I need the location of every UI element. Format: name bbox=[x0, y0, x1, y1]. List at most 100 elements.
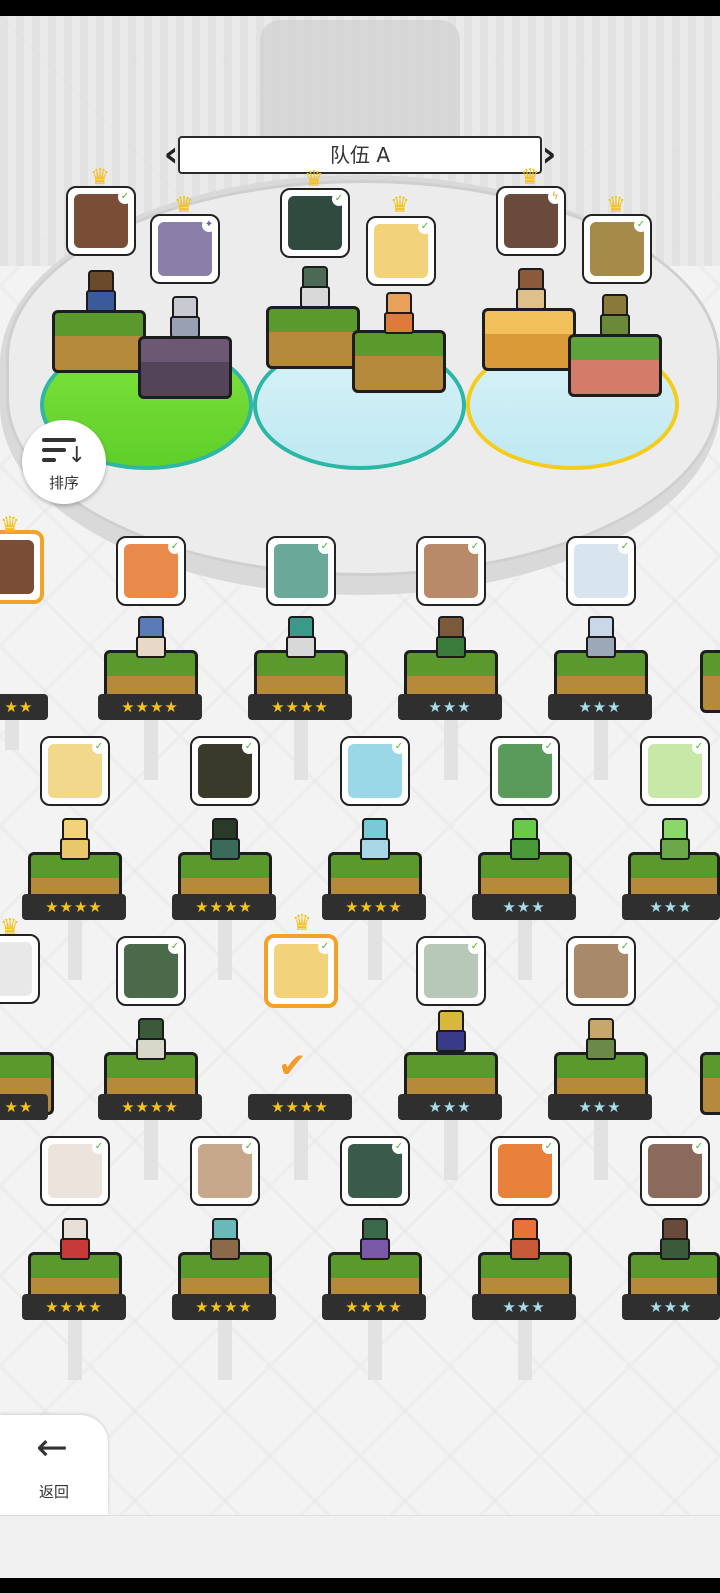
roster-stem bbox=[218, 920, 232, 980]
sort-icon: ↓ bbox=[42, 438, 86, 467]
roster-portrait[interactable]: ✓ bbox=[190, 736, 260, 806]
roster-portrait[interactable]: ✓ bbox=[40, 1136, 110, 1206]
roster-portrait[interactable]: ✓ bbox=[190, 1136, 260, 1206]
team-unit-sprite[interactable] bbox=[596, 294, 630, 336]
roster-portrait[interactable]: ✓ bbox=[266, 536, 336, 606]
roster-portrait[interactable]: ✓ bbox=[640, 1136, 710, 1206]
crown-icon: ♛ bbox=[0, 513, 20, 538]
leaf-icon: ✓ bbox=[392, 1140, 406, 1154]
team-block[interactable] bbox=[52, 310, 146, 373]
crown-icon: ♛ bbox=[90, 165, 110, 190]
team-unit-sprite[interactable] bbox=[82, 270, 116, 312]
roster-stem bbox=[218, 1320, 232, 1380]
star-rating: ★★★★ bbox=[248, 694, 352, 720]
roster-stem bbox=[368, 1320, 382, 1380]
roster-sprite[interactable] bbox=[132, 616, 166, 658]
team-block[interactable] bbox=[482, 308, 576, 371]
team-block[interactable] bbox=[266, 306, 360, 369]
system-nav-bar bbox=[0, 1578, 720, 1593]
crown-icon: ♛ bbox=[606, 193, 626, 218]
team-block[interactable] bbox=[138, 336, 232, 399]
leaf-icon: ✓ bbox=[168, 540, 182, 554]
leaf-icon: ✓ bbox=[318, 940, 332, 954]
leaf-icon: ✓ bbox=[392, 740, 406, 754]
roster-block[interactable] bbox=[700, 650, 720, 713]
star-rating: ★★★ bbox=[472, 1294, 576, 1320]
roster-sprite[interactable] bbox=[356, 1218, 390, 1260]
roster-sprite[interactable] bbox=[506, 818, 540, 860]
star-rating: ★★★★ bbox=[322, 1294, 426, 1320]
roster-portrait[interactable]: ✓ bbox=[340, 736, 410, 806]
team-block[interactable] bbox=[352, 330, 446, 393]
team-portrait[interactable]: ✓ bbox=[366, 216, 436, 286]
roster-sprite[interactable] bbox=[582, 616, 616, 658]
back-button[interactable]: ← 返回 bbox=[0, 1415, 108, 1515]
star-rating: ★★★ bbox=[548, 1094, 652, 1120]
roster-block[interactable] bbox=[700, 1052, 720, 1115]
bolt-icon: ϟ bbox=[548, 190, 562, 204]
roster-portrait[interactable]: ✓ bbox=[416, 536, 486, 606]
roster-stem bbox=[294, 720, 308, 780]
team-portrait[interactable]: ϟ bbox=[496, 186, 566, 256]
chevron-right-icon[interactable]: › bbox=[538, 132, 560, 178]
roster-sprite[interactable] bbox=[506, 1218, 540, 1260]
star-rating: ★★★★ bbox=[248, 1094, 352, 1120]
team-block[interactable] bbox=[568, 334, 662, 397]
team-unit-sprite[interactable] bbox=[380, 292, 414, 334]
roster-sprite[interactable] bbox=[282, 616, 316, 658]
leaf-icon: ✓ bbox=[468, 540, 482, 554]
team-unit-sprite[interactable] bbox=[512, 268, 546, 310]
roster-portrait[interactable]: ✓ bbox=[566, 936, 636, 1006]
roster-portrait[interactable]: ✓ bbox=[640, 736, 710, 806]
leaf-icon: ✓ bbox=[332, 192, 346, 206]
roster-sprite[interactable] bbox=[656, 818, 690, 860]
roster-portrait[interactable]: ✓ bbox=[566, 536, 636, 606]
roster-portrait[interactable]: ✓ bbox=[490, 736, 560, 806]
roster-portrait[interactable]: ✓ bbox=[116, 936, 186, 1006]
roster-stem bbox=[518, 1320, 532, 1380]
leaf-icon: ✓ bbox=[634, 218, 648, 232]
roster-portrait[interactable]: ✓ bbox=[340, 1136, 410, 1206]
roster-sprite[interactable] bbox=[582, 1018, 616, 1060]
roster-portrait[interactable]: ✓ bbox=[490, 1136, 560, 1206]
roster-sprite[interactable] bbox=[56, 1218, 90, 1260]
roster-sprite[interactable] bbox=[656, 1218, 690, 1260]
roster-portrait[interactable] bbox=[0, 934, 40, 1004]
team-selector: ‹ 队伍 A › bbox=[160, 132, 560, 178]
roster-sprite[interactable] bbox=[206, 818, 240, 860]
roster-stem bbox=[294, 1120, 308, 1180]
roster-sprite[interactable] bbox=[356, 818, 390, 860]
leaf-icon: ✓ bbox=[118, 190, 132, 204]
team-portrait[interactable]: ✦ bbox=[150, 214, 220, 284]
leaf-icon: ✓ bbox=[618, 940, 632, 954]
leaf-icon: ✓ bbox=[318, 540, 332, 554]
roster-stem bbox=[444, 1120, 458, 1180]
star-rating: ★★★ bbox=[398, 1094, 502, 1120]
roster-portrait[interactable]: ✓ bbox=[116, 536, 186, 606]
spark-icon: ✦ bbox=[202, 218, 216, 232]
team-unit-sprite[interactable] bbox=[166, 296, 200, 338]
back-label: 返回 bbox=[38, 1483, 69, 1501]
leaf-icon: ✓ bbox=[618, 540, 632, 554]
roster-portrait-selected[interactable] bbox=[0, 530, 44, 604]
sort-button[interactable]: ↓ 排序 bbox=[22, 420, 106, 504]
leaf-icon: ✓ bbox=[692, 740, 706, 754]
roster-portrait-selected[interactable]: ✓ bbox=[264, 934, 338, 1008]
roster-sprite[interactable] bbox=[432, 616, 466, 658]
leaf-icon: ✓ bbox=[242, 1140, 256, 1154]
team-portrait[interactable]: ✓ bbox=[66, 186, 136, 256]
leaf-icon: ✓ bbox=[92, 740, 106, 754]
roster-portrait[interactable]: ✓ bbox=[40, 736, 110, 806]
roster-sprite[interactable] bbox=[56, 818, 90, 860]
roster-sprite[interactable] bbox=[206, 1218, 240, 1260]
team-portrait[interactable]: ✓ bbox=[280, 188, 350, 258]
team-portrait[interactable]: ✓ bbox=[582, 214, 652, 284]
roster-portrait[interactable]: ✓ bbox=[416, 936, 486, 1006]
arrow-left-icon: ← bbox=[36, 1425, 68, 1469]
team-unit-sprite[interactable] bbox=[296, 266, 330, 308]
sort-label: 排序 bbox=[48, 474, 79, 492]
roster-sprite[interactable] bbox=[432, 1010, 466, 1052]
roster-sprite[interactable] bbox=[132, 1018, 166, 1060]
roster-stem bbox=[518, 920, 532, 980]
star-rating: ★★★★ bbox=[98, 1094, 202, 1120]
